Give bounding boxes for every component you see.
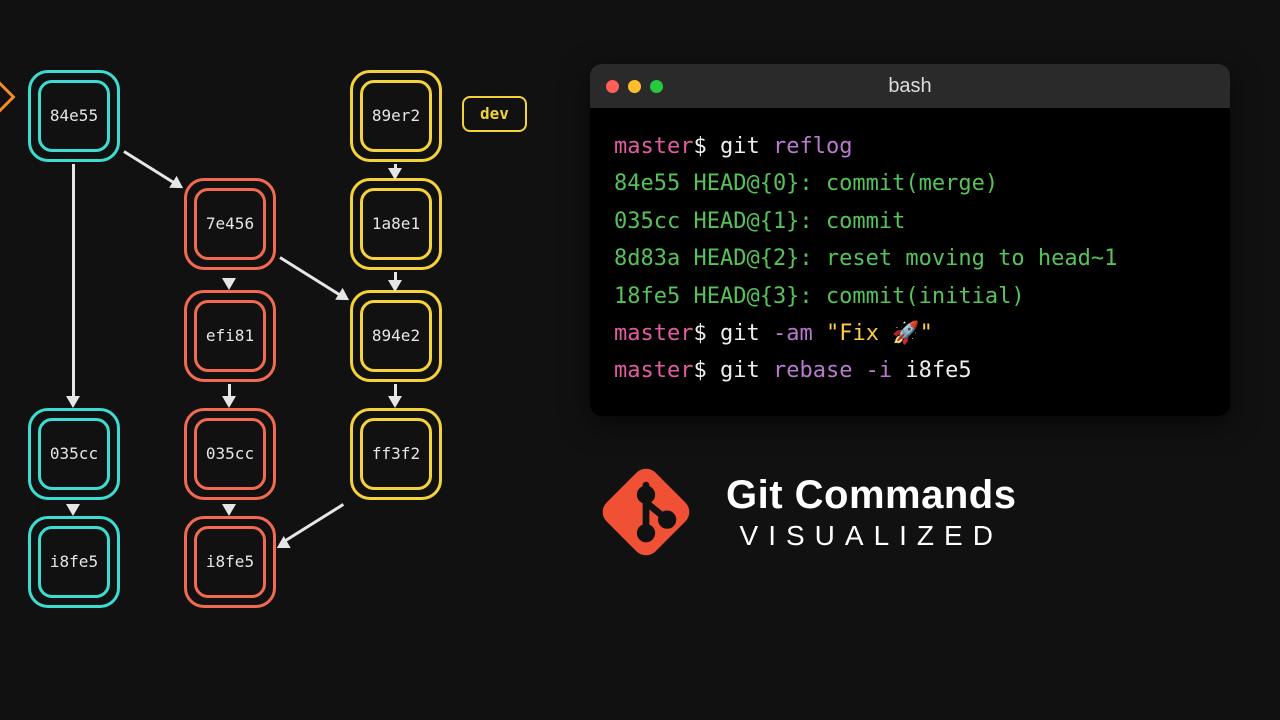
terminal-text: 18fe5 HEAD@{3}: commit(initial) — [614, 284, 1025, 309]
commit-hash: i8fe5 — [50, 554, 98, 570]
commit-node: 7e456 — [184, 178, 276, 270]
brand-block: Git Commands VISUALIZED — [598, 464, 1016, 560]
git-logo-icon — [598, 464, 694, 560]
terminal-text: $ — [693, 134, 720, 159]
terminal-text: master — [614, 321, 693, 346]
brand-title: Git Commands — [726, 473, 1016, 518]
terminal-text: reflog — [773, 134, 852, 159]
commit-hash: 894e2 — [372, 328, 420, 344]
terminal-line: 18fe5 HEAD@{3}: commit(initial) — [614, 278, 1206, 315]
terminal-text: " — [920, 321, 933, 346]
arrow-head-icon — [66, 396, 80, 408]
terminal-window: bash master$ git reflog84e55 HEAD@{0}: c… — [590, 64, 1230, 416]
terminal-body: master$ git reflog84e55 HEAD@{0}: commit… — [590, 108, 1230, 416]
terminal-text: 84e55 HEAD@{0}: commit(merge) — [614, 171, 998, 196]
commit-hash: 1a8e1 — [372, 216, 420, 232]
terminal-line: 8d83a HEAD@{2}: reset moving to head~1 — [614, 240, 1206, 277]
commit-node: i8fe5 — [184, 516, 276, 608]
terminal-line: 035cc HEAD@{1}: commit — [614, 203, 1206, 240]
commit-hash: ff3f2 — [372, 446, 420, 462]
commit-hash: efi81 — [206, 328, 254, 344]
commit-node: 1a8e1 — [350, 178, 442, 270]
terminal-line: 84e55 HEAD@{0}: commit(merge) — [614, 165, 1206, 202]
commit-node: ff3f2 — [350, 408, 442, 500]
terminal-text: 035cc HEAD@{1}: commit — [614, 209, 905, 234]
terminal-line: master$ git -am "Fix 🚀" — [614, 315, 1206, 352]
commit-node: i8fe5 — [28, 516, 120, 608]
branch-tag-label: dev — [480, 104, 509, 123]
arrow-head-icon — [388, 280, 402, 292]
terminal-title: bash — [590, 76, 1230, 96]
arrow-head-icon — [222, 278, 236, 290]
commit-node: 84e55 — [28, 70, 120, 162]
arrow-head-icon — [222, 504, 236, 516]
terminal-line: master$ git reflog — [614, 128, 1206, 165]
terminal-titlebar: bash — [590, 64, 1230, 108]
commit-hash: i8fe5 — [206, 554, 254, 570]
terminal-line: master$ git rebase -i i8fe5 — [614, 352, 1206, 389]
terminal-text: git — [720, 321, 773, 346]
commit-hash: 035cc — [206, 446, 254, 462]
arrow-line — [279, 256, 340, 296]
commit-node: 035cc — [184, 408, 276, 500]
arrow-head-icon — [388, 396, 402, 408]
arrow-head-icon — [66, 504, 80, 516]
terminal-text: -am — [773, 321, 826, 346]
arrow-head-icon — [222, 396, 236, 408]
terminal-text: master — [614, 134, 693, 159]
commit-node: efi81 — [184, 290, 276, 382]
arrow-head-icon — [388, 168, 402, 180]
commit-hash: 84e55 — [50, 108, 98, 124]
terminal-text: $ — [693, 321, 720, 346]
terminal-text: master — [614, 358, 693, 383]
brand-subtitle: VISUALIZED — [726, 520, 1016, 552]
terminal-text: $ — [693, 358, 720, 383]
brand-text: Git Commands VISUALIZED — [726, 473, 1016, 552]
commit-hash: 035cc — [50, 446, 98, 462]
commit-node: 894e2 — [350, 290, 442, 382]
commit-node: 035cc — [28, 408, 120, 500]
terminal-text: i8fe5 — [905, 358, 971, 383]
commit-hash: 7e456 — [206, 216, 254, 232]
arrow-line — [72, 164, 75, 396]
commit-node: 89er2 — [350, 70, 442, 162]
terminal-text: "Fix — [826, 321, 892, 346]
arrow-line — [123, 150, 174, 183]
terminal-text: git — [720, 358, 773, 383]
branch-tag: dev — [462, 96, 527, 132]
arrow-line — [283, 503, 344, 543]
terminal-text: git — [720, 134, 773, 159]
terminal-text: 8d83a HEAD@{2}: reset moving to head~1 — [614, 246, 1117, 271]
terminal-text: rebase -i — [773, 358, 905, 383]
terminal-text: 🚀 — [892, 321, 919, 346]
commit-hash: 89er2 — [372, 108, 420, 124]
head-marker-icon — [0, 81, 16, 112]
